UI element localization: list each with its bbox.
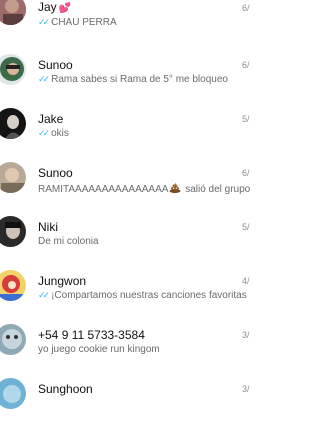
contact-name: Jungwon — [38, 274, 87, 288]
double-check-icon: ✓✓ — [38, 128, 50, 138]
chat-row-jake[interactable]: Jake 5/ ✓✓ okis — [0, 102, 250, 156]
chat-row-niki[interactable]: Niki 5/ De mi colonia — [0, 210, 250, 264]
chat-time: 3/ — [242, 384, 250, 394]
contact-name: Sunghoon — [38, 382, 93, 396]
chat-time: 6/ — [242, 3, 250, 13]
last-message: RAMITAAAAAAAAAAAAAAA salió del grupo. — [38, 182, 250, 195]
last-message-text: Rama sabes si Rama de 5° me bloqueo — [51, 74, 228, 85]
avatar[interactable] — [0, 378, 26, 409]
chat-time: 6/ — [242, 168, 250, 178]
last-message-text: De mi colonia — [38, 236, 99, 247]
contact-name: Jake — [38, 112, 64, 126]
last-message-text: RAMITAAAAAAAAAAAAAAA — [38, 184, 169, 195]
last-message: ✓✓ okis — [38, 128, 250, 139]
avatar[interactable] — [0, 216, 26, 247]
last-message: ✓✓ Rama sabes si Rama de 5° me bloqueo — [38, 74, 250, 85]
chat-row-sunghoon[interactable]: Sunghoon 3/ — [0, 372, 250, 426]
last-message: De mi colonia — [38, 236, 250, 247]
contact-name: +54 9 11 5733-3584 — [38, 328, 145, 342]
double-check-icon: ✓✓ — [38, 17, 50, 27]
chat-row-phone-number[interactable]: +54 9 11 5733-3584 3/ yo juego cookie ru… — [0, 318, 250, 372]
chat-time: 5/ — [242, 222, 250, 232]
last-message: ✓✓ CHAU PERRA — [38, 17, 250, 28]
chat-row-jungwon[interactable]: Jungwon 4/ ✓✓ ¡Compartamos nuestras canci… — [0, 264, 250, 318]
avatar[interactable] — [0, 54, 26, 85]
pile-of-poo-icon — [169, 182, 181, 193]
chat-time: 6/ — [242, 60, 250, 70]
last-message-text: yo juego cookie run kingom — [38, 344, 160, 355]
chat-row-jay[interactable]: Jay 💕 6/ ✓✓ CHAU PERRA — [0, 0, 250, 48]
last-message-text: CHAU PERRA — [51, 17, 117, 28]
avatar[interactable] — [0, 162, 26, 193]
chat-time: 3/ — [242, 330, 250, 340]
chat-row-sunoo[interactable]: Sunoo 6/ ✓✓ Rama sabes si Rama de 5° me b… — [0, 48, 250, 102]
double-check-icon: ✓✓ — [38, 290, 50, 300]
chat-time: 4/ — [242, 276, 250, 286]
double-check-icon: ✓✓ — [38, 74, 50, 84]
two-hearts-icon: 💕 — [58, 3, 72, 14]
contact-name-text: Jay — [38, 0, 57, 14]
last-message-text: ¡Compartamos nuestras canciones favorita… — [51, 290, 247, 301]
contact-name: Sunoo — [38, 58, 73, 72]
last-message: yo juego cookie run kingom — [38, 344, 250, 355]
contact-name: Sunoo — [38, 166, 73, 180]
contact-name: Niki — [38, 220, 58, 234]
avatar[interactable] — [0, 108, 26, 139]
chat-row-sunoo-group[interactable]: Sunoo 6/ RAMITAAAAAAAAAAAAAAA salió del … — [0, 156, 250, 210]
last-message-text: okis — [51, 128, 69, 139]
last-message-text-suffix: salió del grupo. — [182, 184, 250, 195]
chat-time: 5/ — [242, 114, 250, 124]
avatar[interactable] — [0, 324, 26, 355]
avatar[interactable] — [0, 270, 26, 301]
last-message: ✓✓ ¡Compartamos nuestras canciones favori… — [38, 290, 250, 301]
contact-name: Jay 💕 — [38, 0, 71, 14]
avatar[interactable] — [0, 0, 26, 25]
